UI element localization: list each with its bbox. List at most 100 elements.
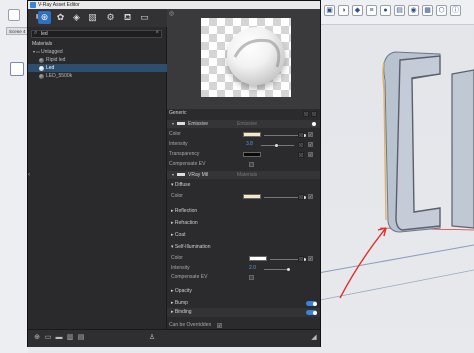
purge-icon[interactable]: ▤: [77, 334, 85, 342]
reflection-header[interactable]: ▸ Reflection: [171, 208, 197, 215]
components-icon[interactable]: ⬡: [436, 5, 447, 16]
list-item[interactable]: Ripid led: [28, 56, 183, 64]
vray-light-gen-icon[interactable]: [10, 62, 24, 76]
outliner-icon[interactable]: ≡: [366, 5, 377, 16]
tree-group[interactable]: ▾ ▭ Untagged: [28, 48, 170, 56]
textures-tab-icon[interactable]: ▧: [86, 11, 99, 24]
binding-toggle[interactable]: [306, 310, 317, 315]
coat-header[interactable]: ▸ Coat: [171, 232, 185, 239]
entity-info-icon[interactable]: ⓘ: [450, 5, 461, 16]
enable-checkbox[interactable]: ✓: [308, 132, 313, 137]
editor-footer: ⊕ ▭ ▬ ▥ ▤ ♙ ◢: [28, 329, 320, 347]
scene-tab[interactable]: Scene 4: [6, 27, 28, 35]
settings-tab-icon[interactable]: ⚙: [104, 11, 117, 24]
diffuse-title: Diffuse: [174, 182, 191, 188]
add-asset-icon[interactable]: ⊕: [33, 334, 41, 342]
reflection-title: Reflection: [174, 208, 198, 214]
slider-knob[interactable]: [275, 143, 278, 147]
selfillum-intensity-slider[interactable]: [264, 267, 290, 271]
enable-checkbox[interactable]: ✓: [308, 256, 313, 261]
clear-search-icon[interactable]: ×: [155, 30, 159, 36]
collapse-panel-icon[interactable]: ‹: [28, 172, 30, 178]
collapse-arrow-icon[interactable]: ▾ ▭: [33, 49, 41, 54]
vraymtl-header[interactable]: ▾ VRay Mtl Materials: [167, 171, 320, 179]
style-icon[interactable]: ▦: [422, 5, 433, 16]
list-item[interactable]: LED_5500k: [28, 72, 183, 80]
frame-buffer-icon[interactable]: ▭: [138, 11, 151, 24]
emissive-subtitle: Emissive: [237, 121, 258, 127]
binding-title: Binding: [174, 309, 192, 315]
lights-tab-icon[interactable]: ✿: [54, 11, 67, 24]
selfillum-compensate-checkbox[interactable]: [249, 275, 254, 280]
generic-label: Generic: [169, 110, 187, 116]
open-file-icon[interactable]: ▭: [44, 334, 52, 342]
scenes-icon[interactable]: ▣: [324, 5, 335, 16]
emissive-title: Emissive: [188, 121, 209, 127]
opacity-title: Opacity: [174, 288, 192, 294]
emissive-intensity-slider[interactable]: [261, 143, 294, 147]
paint-icon[interactable]: ◆: [352, 5, 363, 16]
cleanup-icon[interactable]: ♙: [148, 334, 156, 342]
selfillum-intensity-value[interactable]: 2.0: [249, 265, 256, 272]
save-icon[interactable]: ▬: [55, 334, 63, 342]
resize-handle-icon[interactable]: ◢: [310, 334, 318, 342]
emissive-header[interactable]: ▾ Emissive Emissive: [167, 120, 320, 128]
selfillum-compensate-label: Compensate EV: [171, 274, 208, 280]
can-be-overridden-checkbox[interactable]: ✓: [217, 323, 222, 328]
binding-row[interactable]: ▸ Binding: [167, 308, 320, 317]
diffuse-header[interactable]: ▾ Diffuse: [171, 182, 190, 189]
enable-checkbox[interactable]: ✓: [308, 142, 313, 147]
refraction-title: Refraction: [174, 220, 198, 226]
refraction-header[interactable]: ▸ Refraction: [171, 220, 198, 227]
annotation-arrow: [339, 227, 387, 299]
emissive-color-swatch[interactable]: [243, 132, 261, 137]
tree-group-label: Untagged: [41, 49, 63, 55]
geometry-tab-icon[interactable]: ◈: [70, 11, 83, 24]
layers-icon[interactable]: ▤: [394, 5, 405, 16]
emissive-intensity-value[interactable]: 3.8: [246, 141, 253, 148]
bump-toggle[interactable]: [306, 301, 317, 306]
enable-checkbox[interactable]: ✓: [308, 152, 313, 157]
preview-eye-icon[interactable]: ◎: [169, 10, 174, 17]
texture-slot-icon[interactable]: [298, 142, 304, 148]
selfillum-title: Self-Illumination: [174, 244, 211, 250]
enable-checkbox[interactable]: ✓: [308, 194, 313, 199]
layer-swatch-icon: [177, 173, 185, 176]
selfillum-color-swatch[interactable]: [249, 256, 267, 261]
copy-icon[interactable]: [303, 111, 309, 117]
materials-tab-icon[interactable]: ⊛: [38, 11, 51, 24]
texture-slot-icon[interactable]: [298, 152, 304, 158]
render-interactive-icon[interactable]: ⛾: [121, 11, 134, 24]
select-tool-icon[interactable]: [8, 9, 20, 21]
preview-sphere-band: [233, 38, 281, 68]
expand-arrow-icon[interactable]: ▾: [172, 171, 174, 179]
texture-slot-icon[interactable]: [298, 256, 304, 262]
compensate-ev-checkbox[interactable]: [249, 162, 254, 167]
asset-list-panel: ⌕ × Materials ▾ ▭ Untagged Ripid led Led…: [28, 27, 183, 329]
letter-c-front: [395, 55, 441, 231]
emissive-options-icon[interactable]: [311, 121, 316, 127]
sketchup-toolbar: ▣ ◑ ◆ ≡ ● ▤ ◉ ▦ ⬡ ⓘ: [318, 0, 474, 25]
expand-arrow-icon[interactable]: ▾: [172, 120, 174, 128]
shadow-icon[interactable]: ◑: [338, 5, 349, 16]
search-box[interactable]: ⌕ ×: [31, 30, 162, 38]
material-ball-icon: [39, 73, 44, 79]
texture-slot-icon[interactable]: [298, 132, 304, 138]
material-ball-icon: [39, 57, 44, 63]
slider-knob[interactable]: [287, 267, 290, 271]
transparency-color-swatch[interactable]: [243, 152, 261, 157]
list-item-selected[interactable]: Led: [28, 64, 183, 72]
opacity-header[interactable]: ▸ Opacity: [171, 288, 192, 295]
diffuse-color-swatch[interactable]: [243, 194, 261, 199]
search-input[interactable]: [41, 31, 151, 37]
delete-icon[interactable]: ▥: [66, 334, 74, 342]
camera-icon[interactable]: ◉: [408, 5, 419, 16]
materials-icon[interactable]: ●: [380, 5, 391, 16]
paste-icon[interactable]: [311, 111, 317, 117]
panel-options-icons[interactable]: [303, 111, 317, 117]
selfillum-header[interactable]: ▾ Self-Illumination: [171, 244, 210, 251]
binding-header: ▸ Binding: [171, 309, 192, 316]
bump-header[interactable]: ▸ Bump: [171, 300, 188, 307]
selfillum-intensity-label: Intensity: [171, 265, 190, 271]
texture-slot-icon[interactable]: [298, 194, 304, 200]
